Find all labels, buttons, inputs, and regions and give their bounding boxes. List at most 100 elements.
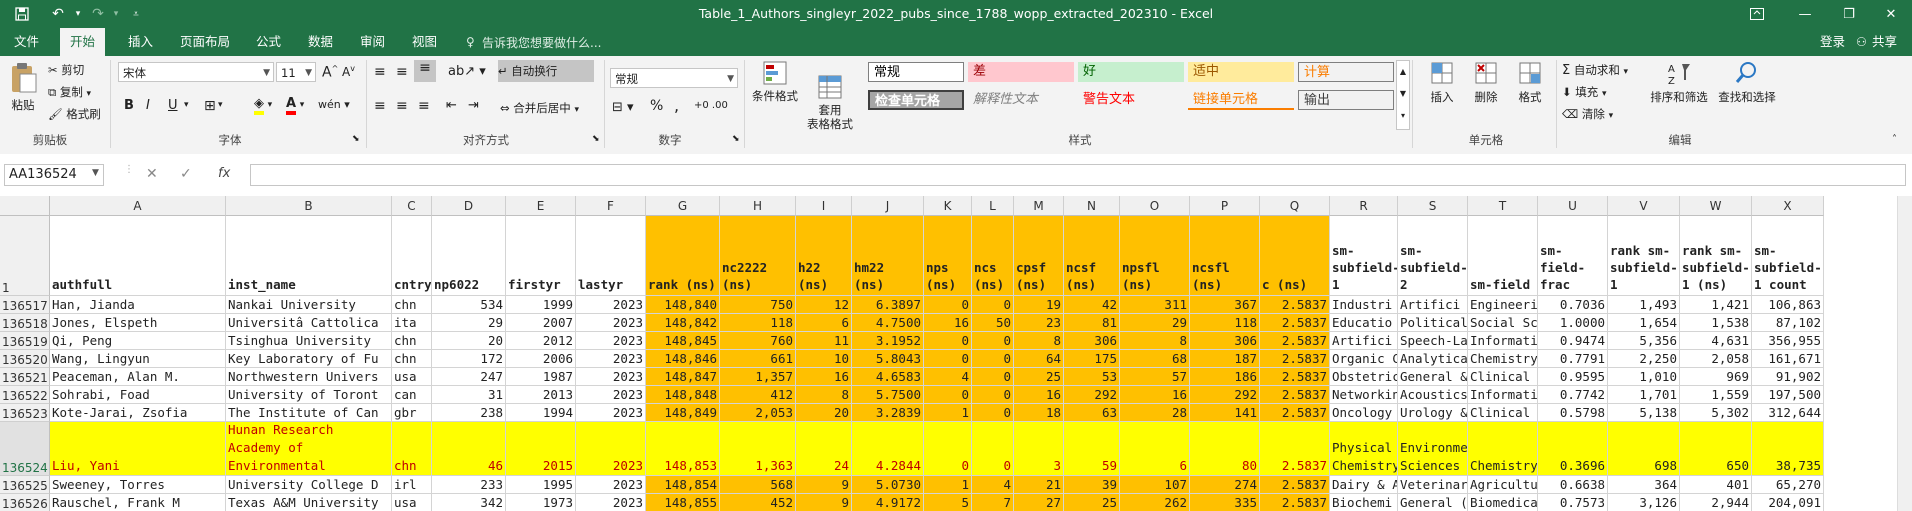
column-header[interactable]: U	[1538, 196, 1608, 216]
conditional-format-button[interactable]: 条件格式	[750, 60, 800, 103]
tell-me-search[interactable]: 告诉我您想要做什么...	[482, 34, 601, 51]
cell[interactable]: Jones, Elspeth	[50, 314, 226, 332]
cell[interactable]: Universitâ Cattolica	[226, 314, 392, 332]
cell[interactable]: Peaceman, Alan M.	[50, 368, 226, 386]
column-header[interactable]: F	[576, 196, 646, 216]
cell[interactable]: Industri	[1330, 296, 1398, 314]
comma-button[interactable]: ,	[674, 96, 679, 115]
cell[interactable]: 87,102	[1752, 314, 1824, 332]
cell[interactable]: 2023	[576, 476, 646, 494]
column-header[interactable]: S	[1398, 196, 1468, 216]
align-top-icon[interactable]: ≡	[374, 64, 386, 80]
cell[interactable]: 81	[1064, 314, 1120, 332]
name-box[interactable]: AA136524	[4, 164, 104, 186]
cell[interactable]: 233	[432, 476, 506, 494]
cut-button[interactable]: ✂ 剪切	[48, 62, 84, 78]
cell[interactable]: Obstetric	[1330, 368, 1398, 386]
cell[interactable]: 2015	[506, 422, 576, 476]
header-cell[interactable]: rank sm-subfield-1	[1608, 216, 1680, 296]
cell[interactable]: 969	[1680, 368, 1752, 386]
column-header[interactable]: H	[720, 196, 796, 216]
cell[interactable]: 262	[1120, 494, 1190, 511]
restore-icon[interactable]: ❐	[1828, 0, 1870, 28]
cell[interactable]: 0	[972, 404, 1014, 422]
cell[interactable]: 2023	[576, 404, 646, 422]
cell-style-option[interactable]: 计算	[1298, 62, 1394, 82]
find-select-button[interactable]: 查找和选择	[1716, 60, 1778, 105]
cell[interactable]: Biochemi	[1330, 494, 1398, 511]
header-cell[interactable]: hm22 (ns)	[852, 216, 924, 296]
formula-input[interactable]	[250, 164, 1906, 186]
tab-review[interactable]: 审阅	[350, 28, 395, 56]
cell[interactable]: 91,902	[1752, 368, 1824, 386]
cell[interactable]: 16	[796, 368, 852, 386]
column-header[interactable]: X	[1752, 196, 1824, 216]
font-color-button[interactable]: A ▾	[286, 96, 304, 115]
cell[interactable]: 2023	[576, 494, 646, 511]
paste-button[interactable]: 粘贴	[6, 62, 40, 113]
cell[interactable]: Artifici	[1330, 332, 1398, 350]
row-header[interactable]: 136519	[0, 332, 50, 350]
cell[interactable]: 5,356	[1608, 332, 1680, 350]
format-painter-button[interactable]: 🖌 格式刷	[48, 106, 101, 122]
cell[interactable]: 5	[924, 494, 972, 511]
cell[interactable]: Agricultu	[1468, 476, 1538, 494]
cell[interactable]: chn	[392, 332, 432, 350]
cell[interactable]: 1,357	[720, 368, 796, 386]
cell-style-option[interactable]: 差	[968, 62, 1074, 82]
cell[interactable]: Clinical	[1468, 368, 1538, 386]
cell[interactable]: 2.5837	[1260, 296, 1330, 314]
cell[interactable]: 3,126	[1608, 494, 1680, 511]
wrap-text-button[interactable]: ↵ 自动换行	[498, 60, 594, 82]
cell[interactable]: 356,955	[1752, 332, 1824, 350]
cell[interactable]: gbr	[392, 404, 432, 422]
borders-dropdown-icon[interactable]: ▾	[218, 100, 223, 110]
cell[interactable]: 68	[1120, 350, 1190, 368]
alignment-dialog-launcher-icon[interactable]: ⬊	[592, 134, 600, 144]
cell[interactable]: General (	[1398, 494, 1468, 511]
cell[interactable]: 1.0000	[1538, 314, 1608, 332]
close-icon[interactable]: ✕	[1870, 0, 1912, 28]
cell[interactable]: Texas A&M University	[226, 494, 392, 511]
cell[interactable]: 27	[1014, 494, 1064, 511]
cell[interactable]: Informati	[1468, 332, 1538, 350]
cell[interactable]: 4.7500	[852, 314, 924, 332]
cell-style-option[interactable]: 适中	[1188, 62, 1294, 82]
cell[interactable]: 0.5798	[1538, 404, 1608, 422]
cell[interactable]: Artifici	[1398, 296, 1468, 314]
cell[interactable]: 4.9172	[852, 494, 924, 511]
cell[interactable]: 1994	[506, 404, 576, 422]
tab-view[interactable]: 视图	[402, 28, 447, 56]
cell[interactable]: 0	[924, 386, 972, 404]
header-cell[interactable]: nps (ns)	[924, 216, 972, 296]
column-header[interactable]: A	[50, 196, 226, 216]
tab-file[interactable]: 文件	[4, 28, 49, 56]
cell[interactable]: 2.5837	[1260, 422, 1330, 476]
cell[interactable]: 148,849	[646, 404, 720, 422]
cell[interactable]: 760	[720, 332, 796, 350]
cell[interactable]: 197,500	[1752, 386, 1824, 404]
cell[interactable]: 141	[1190, 404, 1260, 422]
cell[interactable]: 0	[972, 386, 1014, 404]
cell[interactable]: 18	[1014, 404, 1064, 422]
cell[interactable]: 161,671	[1752, 350, 1824, 368]
header-cell[interactable]: cntry	[392, 216, 432, 296]
cell[interactable]: 2.5837	[1260, 494, 1330, 511]
share-button[interactable]: 共享	[1862, 28, 1907, 56]
cell[interactable]: University of Toront	[226, 386, 392, 404]
cell[interactable]: 292	[1064, 386, 1120, 404]
header-cell[interactable]: c (ns)	[1260, 216, 1330, 296]
increase-indent-icon[interactable]: ⇥	[468, 98, 479, 113]
column-header[interactable]: E	[506, 196, 576, 216]
cell[interactable]: 148,848	[646, 386, 720, 404]
cell[interactable]: General &	[1398, 368, 1468, 386]
cell[interactable]: 50	[972, 314, 1014, 332]
cell[interactable]: Rauschel, Frank M	[50, 494, 226, 511]
header-cell[interactable]: sm-subfield-1	[1330, 216, 1398, 296]
cell[interactable]: Liu, Yani	[50, 422, 226, 476]
tab-page-layout[interactable]: 页面布局	[170, 28, 240, 56]
row-header[interactable]: 136523	[0, 404, 50, 422]
cell[interactable]: 1	[924, 404, 972, 422]
cell[interactable]: 148,854	[646, 476, 720, 494]
cell[interactable]: Networkin	[1330, 386, 1398, 404]
